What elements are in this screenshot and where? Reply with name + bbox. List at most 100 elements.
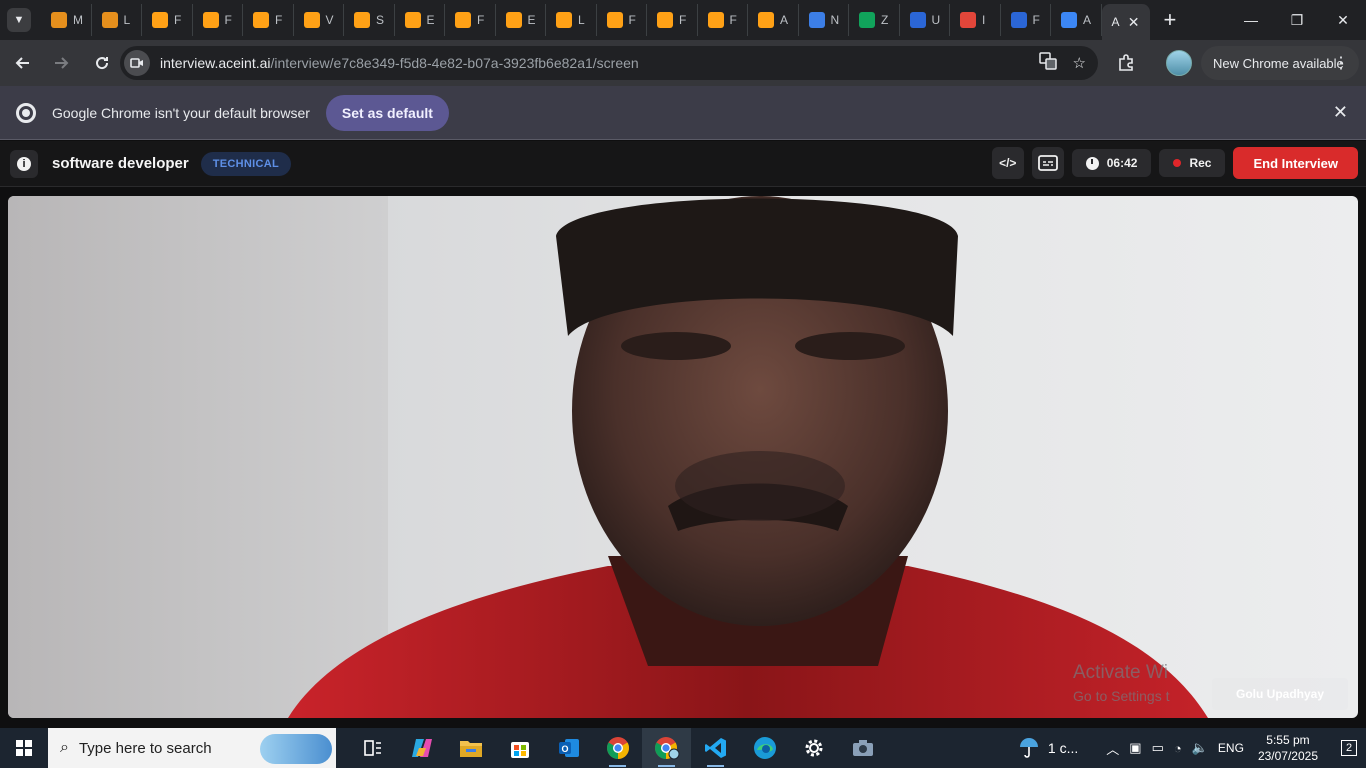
extensions-icon[interactable] [1112,46,1140,80]
tab-item[interactable]: N [799,4,849,36]
tab-label: F [477,13,485,27]
interview-type-badge: TECHNICAL [200,151,291,176]
tab-item[interactable]: F [193,4,243,36]
code-editor-button[interactable]: </> [991,147,1024,179]
restore-button[interactable]: ❐ [1274,0,1320,40]
tab-label: L [578,13,585,27]
minimize-button[interactable]: — [1228,0,1274,40]
end-interview-button[interactable]: End Interview [1233,147,1358,179]
tab-item[interactable]: F [1001,4,1051,36]
windows-logo-icon [16,740,32,756]
tab-label: E [527,13,536,27]
leetcode-icon [556,12,572,28]
system-tray: 1 c... ︿ ▣ ▭ ◔ 🔈 ENG 5:55 pm 23/07/2025 … [1018,728,1366,768]
clock-time: 5:55 pm [1266,733,1310,747]
infobar-close-icon[interactable]: ✕ [1333,102,1348,123]
reload-button[interactable] [84,45,120,81]
ms-icon [808,12,825,28]
info-button[interactable]: i [10,149,38,178]
watermark-line-1: Activate Wi [1073,662,1169,683]
language-indicator[interactable]: ENG [1218,741,1244,755]
edge-icon[interactable] [740,728,789,768]
tab-item[interactable]: I [950,4,1001,36]
tab-item[interactable]: F [142,4,193,36]
tab-label: F [628,13,636,27]
tab-list: MLFFFVSEFELFFFANZUIFA [41,0,1102,40]
translate-icon[interactable] [1038,52,1057,74]
tab-item[interactable]: F [445,4,496,36]
taskbar-search[interactable]: ⌕ Type here to search [48,728,336,768]
new-tab-button[interactable]: + [1164,7,1177,33]
tab-close-icon[interactable]: ✕ [1128,14,1140,31]
camera-icon[interactable] [838,728,887,768]
tab-label: I [982,13,986,27]
battery-icon[interactable]: ▭ [1152,740,1164,756]
network-icon[interactable]: ◔ [1174,741,1182,756]
address-bar[interactable]: interview.aceint.ai/interview/e7c8e349-f… [120,46,1098,80]
tab-search-button[interactable]: ▼ [7,8,31,32]
timer-value: 06:42 [1106,156,1138,170]
camera-site-icon[interactable] [124,50,150,76]
chrome-icon[interactable] [593,728,642,768]
omnibox-actions: ☆ [1038,46,1086,80]
weather-text: 1 c... [1047,740,1079,756]
interview-header: i software developer TECHNICAL </> 06:42… [0,141,1366,187]
file-explorer-icon[interactable] [446,728,495,768]
gmail-icon [960,12,976,28]
unstop-icon [909,12,926,28]
update-label: New Chrome available [1213,55,1344,71]
set-as-default-button[interactable]: Set as default [325,94,449,131]
captions-button[interactable] [1031,147,1064,179]
notification-center-icon[interactable]: 2 [1332,728,1366,768]
tab-item[interactable]: L [546,4,597,36]
tab-item[interactable]: F [243,4,294,36]
close-window-button[interactable]: ✕ [1320,0,1366,40]
task-view-icon[interactable] [348,728,397,768]
chrome-update-button[interactable]: New Chrome available ⋮ [1201,46,1359,80]
tab-item[interactable]: U [900,4,950,36]
store-icon[interactable] [495,728,544,768]
code-icon: </> [999,156,1017,170]
chevron-up-icon[interactable]: ︿ [1106,739,1119,758]
volume-icon[interactable]: 🔈 [1192,740,1208,756]
leetcode-icon [152,12,168,28]
leetcode-icon [354,12,370,28]
leetcode-icon [253,12,269,28]
tab-item[interactable]: F [698,4,748,36]
tab-item[interactable]: A [1051,4,1102,36]
leetcode-icon [404,12,421,28]
tab-item[interactable]: F [647,4,698,36]
meet-now-icon[interactable]: ▣ [1129,740,1141,756]
chrome-profile-icon[interactable] [642,728,691,768]
bookmark-star-icon[interactable]: ☆ [1073,54,1086,72]
more-menu-icon[interactable]: ⋮ [1333,53,1349,73]
outlook-icon[interactable]: O [544,728,593,768]
settings-icon[interactable] [789,728,838,768]
tab-item[interactable]: V [294,4,344,36]
tab-item[interactable]: E [496,4,546,36]
search-icon: ⌕ [60,739,69,756]
back-button[interactable] [4,45,40,81]
copilot-icon[interactable] [397,728,446,768]
participant-silhouette [288,196,1208,718]
tab-item[interactable]: E [395,4,445,36]
tab-item[interactable]: F [597,4,647,36]
url-text[interactable]: interview.aceint.ai/interview/e7c8e349-f… [160,55,639,71]
start-button[interactable] [0,728,48,768]
taskbar-apps: O [348,728,887,768]
leetcode-icon [707,12,724,28]
weather-widget[interactable]: 1 c... [1018,737,1078,759]
tab-active[interactable]: A ✕ [1101,4,1150,40]
vscode-icon[interactable] [691,728,740,768]
forward-button[interactable] [44,45,80,81]
tab-strip: ▼ M L F F F V S E F E L F F F A N Z U I F A A ✕ + — ❐ ✕ [0,0,1366,40]
tab-item[interactable]: L [92,4,142,36]
taskbar-clock[interactable]: 5:55 pm 23/07/2025 [1258,732,1318,764]
profile-avatar[interactable] [1166,50,1192,76]
tab-item[interactable]: S [344,4,395,36]
tab-item[interactable]: A [748,4,799,36]
tab-item[interactable]: M [41,4,92,36]
header-controls: </> 06:42 Rec End Interview [991,147,1358,179]
default-browser-infobar: Google Chrome isn't your default browser… [0,86,1366,140]
tab-item[interactable]: Z [849,4,900,36]
